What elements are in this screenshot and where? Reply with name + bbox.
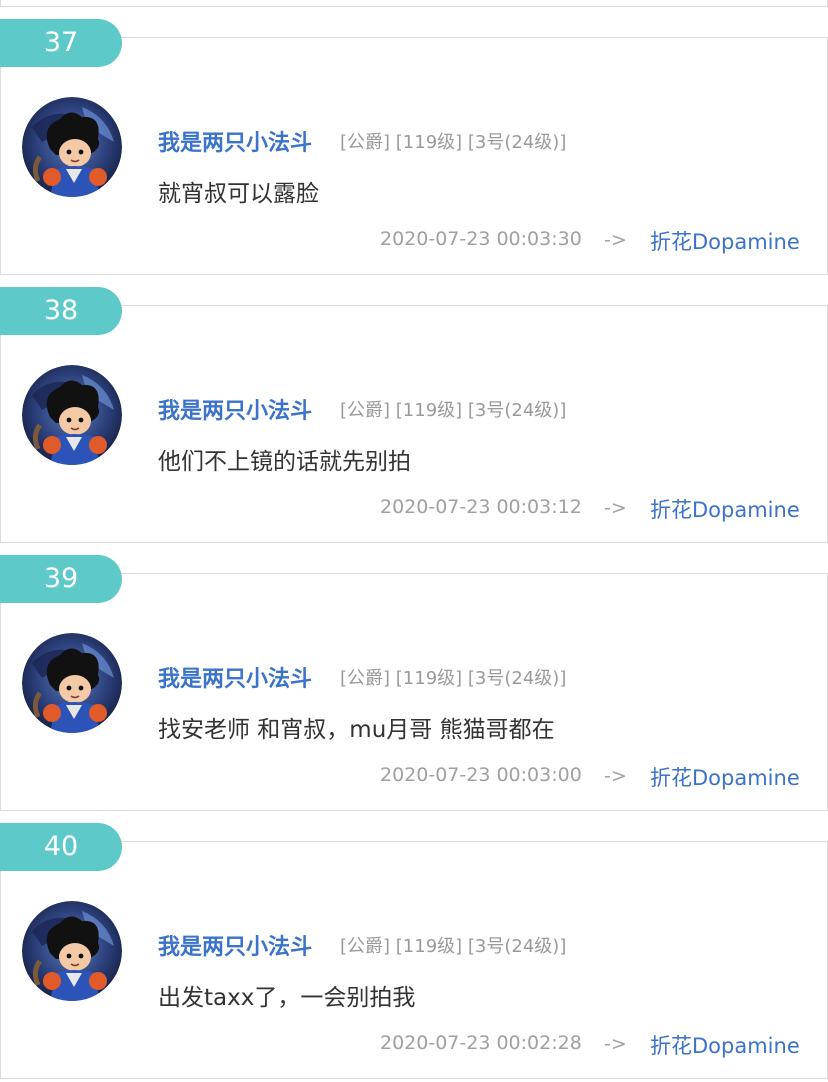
- reply-target-link[interactable]: 折花Dopamine: [650, 494, 800, 524]
- avatar-icon: [22, 365, 122, 465]
- user-rank-tags: [公爵] [119级] [3号(24级)]: [340, 132, 567, 153]
- username-link[interactable]: 我是两只小法斗: [158, 661, 312, 693]
- reply-post: 37 我是两只小法斗 [公爵] [119级] [3号(24级)] 就宵叔可以露脸…: [0, 19, 828, 275]
- reply-timestamp: 2020-07-23 00:03:00: [380, 764, 582, 786]
- user-avatar[interactable]: [22, 901, 122, 1001]
- reply-content: 他们不上镜的话就先别拍: [158, 449, 411, 475]
- username-link[interactable]: 我是两只小法斗: [158, 929, 312, 961]
- reply-post: 39 我是两只小法斗 [公爵] [119级] [3号(24级)] 找安老师 和宵…: [0, 555, 828, 811]
- reply-content: 就宵叔可以露脸: [158, 181, 319, 207]
- floor-number-badge: 38: [0, 287, 122, 335]
- reply-target-link[interactable]: 折花Dopamine: [650, 1030, 800, 1060]
- floor-number-badge: 40: [0, 823, 122, 871]
- reply-arrow: ->: [604, 497, 627, 519]
- reply-post: 38 我是两只小法斗 [公爵] [119级] [3号(24级)] 他们不上镜的话…: [0, 287, 828, 543]
- reply-timestamp: 2020-07-23 00:02:28: [380, 1032, 582, 1054]
- reply-content: 找安老师 和宵叔，mu月哥 熊猫哥都在: [158, 717, 555, 743]
- user-rank-tags: [公爵] [119级] [3号(24级)]: [340, 400, 567, 421]
- floor-number-badge: 37: [0, 19, 122, 67]
- reply-content: 出发taxx了，一会别拍我: [158, 985, 416, 1011]
- avatar-icon: [22, 901, 122, 1001]
- floor-number: 39: [43, 563, 79, 594]
- user-rank-tags: [公爵] [119级] [3号(24级)]: [340, 668, 567, 689]
- user-avatar[interactable]: [22, 365, 122, 465]
- reply-arrow: ->: [604, 229, 627, 251]
- reply-list-page: 37 我是两只小法斗 [公爵] [119级] [3号(24级)] 就宵叔可以露脸…: [0, 0, 828, 1082]
- floor-number: 38: [43, 295, 79, 326]
- username-link[interactable]: 我是两只小法斗: [158, 125, 312, 157]
- reply-timestamp: 2020-07-23 00:03:30: [380, 228, 582, 250]
- reply-target-link[interactable]: 折花Dopamine: [650, 226, 800, 256]
- floor-number: 40: [43, 831, 79, 862]
- user-avatar[interactable]: [22, 633, 122, 733]
- user-rank-tags: [公爵] [119级] [3号(24级)]: [340, 936, 567, 957]
- reply-post: 40 我是两只小法斗 [公爵] [119级] [3号(24级)] 出发taxx了…: [0, 823, 828, 1079]
- reply-arrow: ->: [604, 1033, 627, 1055]
- avatar-icon: [22, 97, 122, 197]
- user-avatar[interactable]: [22, 97, 122, 197]
- floor-number-badge: 39: [0, 555, 122, 603]
- avatar-icon: [22, 633, 122, 733]
- previous-card-bottom: [0, 0, 828, 7]
- username-link[interactable]: 我是两只小法斗: [158, 393, 312, 425]
- reply-target-link[interactable]: 折花Dopamine: [650, 762, 800, 792]
- floor-number: 37: [43, 27, 79, 58]
- reply-arrow: ->: [604, 765, 627, 787]
- reply-timestamp: 2020-07-23 00:03:12: [380, 496, 582, 518]
